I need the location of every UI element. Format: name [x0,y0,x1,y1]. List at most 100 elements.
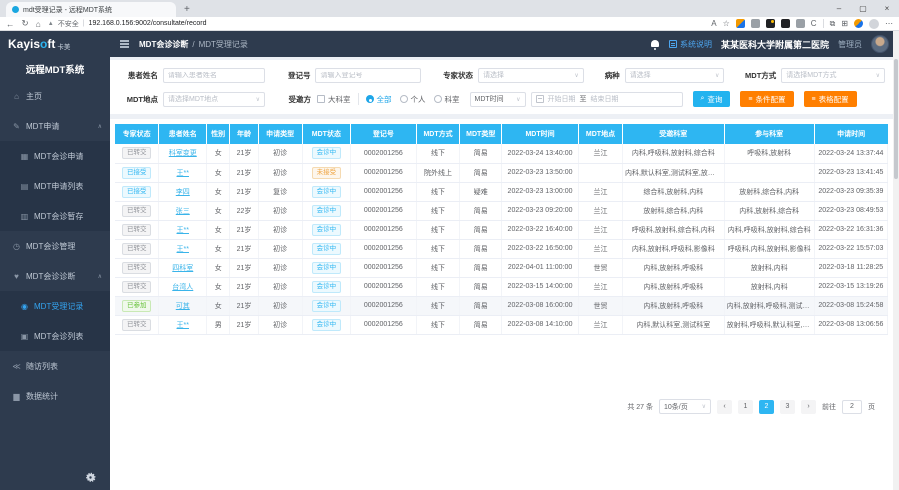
new-tab-button[interactable]: + [184,2,190,17]
big-dept-checkbox[interactable]: 大科室 [317,94,351,105]
table-cell: 内科,默认科室,测试科室 [622,315,724,334]
table-cell: 女 [207,239,230,258]
patient-name-link[interactable]: 张三 [176,208,190,215]
table-cell: 内科,呼吸科,放射科,综合科 [622,144,724,163]
table-config-button[interactable]: ≡ 表格配置 [804,91,857,107]
condition-config-button[interactable]: ≡ 条件配置 [740,91,793,107]
page-size-select[interactable]: 10条/页∨ [659,399,711,414]
sidebar-item-随访列表[interactable]: ≪随访列表 [0,351,110,381]
collections-icon[interactable]: C [811,19,817,28]
page-button-2[interactable]: 2 [759,400,774,414]
table-cell: 世贸 [579,258,623,277]
extension-icon[interactable] [736,19,745,28]
jump-prefix: 前往 [822,402,836,412]
patient-name-link[interactable]: 可其 [176,303,190,310]
favorite-star-icon[interactable]: ☆ [723,19,730,28]
system-title: 远程MDT系统 [0,57,110,81]
prev-page-button[interactable]: ‹ [717,400,732,414]
patient-name-input[interactable] [168,72,260,79]
minimize-button[interactable]: – [827,0,851,17]
expert-status-badge: 已转交 [122,205,152,217]
read-aloud-icon[interactable]: A [711,19,716,28]
user-avatar[interactable] [871,35,889,53]
next-page-button[interactable]: › [801,400,816,414]
extension-icon[interactable] [781,19,790,28]
sidebar-item-MDT会诊诊断[interactable]: ♥MDT会诊诊断∧ [0,261,110,291]
mdt-mode-select[interactable]: 请选择MDT方式∨ [781,68,885,83]
table-cell: 线下 [416,296,460,315]
sidebar-item-MDT受理记录[interactable]: ◉MDT受理记录 [0,291,110,321]
close-button[interactable]: × [875,0,899,17]
radio-all[interactable]: 全部 [366,94,392,105]
date-range-picker[interactable]: 开始日期 至 结束日期 [531,92,683,107]
extensions-puzzle-icon[interactable]: ⊞ [841,19,848,28]
sidebar-item-MDT申请列表[interactable]: ▤MDT申请列表 [0,171,110,201]
patient-name-link[interactable]: 王** [177,322,189,329]
expert-status-select[interactable]: 请选择∨ [478,68,584,83]
patient-name-link[interactable]: 王** [177,227,189,234]
maximize-button[interactable]: ▢ [851,0,875,17]
chevron-down-icon: ∨ [876,72,880,79]
sidebar-menu: ⌂主页✎MDT申请∧▦MDT会诊申请▤MDT申请列表▥MDT会诊暂存◷MDT会诊… [0,81,110,411]
table-cell: 女 [207,277,230,296]
notification-bell-icon[interactable] [650,39,660,50]
sidebar-item-label: 数据统计 [26,391,58,402]
jump-page-input[interactable] [842,400,862,414]
sidebar-item-label: MDT会诊诊断 [26,271,75,282]
time-type-select[interactable]: MDT时间∨ [470,92,526,107]
radio-dept[interactable]: 科室 [434,94,460,105]
scrollbar-thumb[interactable] [894,59,898,179]
chevron-down-icon: ∨ [574,72,578,79]
breadcrumb-section[interactable]: MDT会诊诊断 [139,39,188,50]
sidebar-collapse-icon[interactable] [120,40,129,48]
page-scrollbar[interactable] [893,31,899,490]
extension-icon[interactable] [854,19,863,28]
patient-name-link[interactable]: 四科室 [172,265,193,272]
mdt-location-select[interactable]: 请选择MDT地点∨ [163,92,265,107]
url-box[interactable]: ▲ 不安全 | 192.168.0.156:9002/consultate/re… [48,19,705,29]
url-text: 192.168.0.156:9002/consultate/record [89,20,207,27]
radio-personal[interactable]: 个人 [400,94,426,105]
divider [823,19,824,28]
table-cell: 内科,放射科,呼吸科,测试科室 [724,296,814,315]
patient-name-link[interactable]: 王** [177,170,189,177]
disease-select[interactable]: 请选择∨ [625,68,725,83]
patient-name-link[interactable]: 李四 [176,189,190,196]
split-screen-icon[interactable]: ⧉ [830,19,836,28]
extension-icon[interactable] [766,19,775,28]
table-cell: 呼吸科,内科,放射科,影像科 [724,239,814,258]
browser-window: mdt受理记录 - 远程MDT系统 + – ▢ × ← ↻ ⌂ ▲ 不安全 | … [0,0,899,490]
sidebar-item-MDT会诊暂存[interactable]: ▥MDT会诊暂存 [0,201,110,231]
mdt-status-badge: 会诊中 [312,224,342,236]
system-doc-link[interactable]: 系统说明 [669,39,712,50]
sidebar-item-MDT会诊申请[interactable]: ▦MDT会诊申请 [0,141,110,171]
sidebar-item-MDT会诊管理[interactable]: ◷MDT会诊管理 [0,231,110,261]
page-button-3[interactable]: 3 [780,400,795,414]
patient-name-link[interactable]: 台湾人 [172,284,193,291]
mdt-status-badge: 会诊中 [312,262,342,274]
search-button[interactable]: ⌕ 查询 [693,91,731,107]
divider [358,93,359,105]
patient-name-link[interactable]: 王** [177,246,189,253]
registration-input[interactable] [320,72,416,79]
extension-icon[interactable] [751,19,760,28]
page-button-1[interactable]: 1 [738,400,753,414]
sidebar-item-MDT申请[interactable]: ✎MDT申请∧ [0,111,110,141]
table-cell: 2022-03-24 13:37:44 [814,144,887,163]
extension-icon[interactable] [796,19,805,28]
refresh-icon[interactable]: ↻ [22,18,29,29]
home-icon[interactable]: ⌂ [36,19,41,29]
sidebar-item-主页[interactable]: ⌂主页 [0,81,110,111]
back-icon[interactable]: ← [6,19,15,29]
table-cell: 兰江 [579,220,623,239]
sidebar-item-数据统计[interactable]: ▆数据统计 [0,381,110,411]
settings-gear-icon[interactable] [85,472,96,483]
patient-name-link[interactable]: 科室变更 [169,150,197,157]
browser-profile-avatar[interactable] [869,19,879,29]
table-cell: 已接受 [115,163,159,182]
home-icon: ⌂ [12,92,21,101]
sidebar-item-MDT会诊列表[interactable]: ▣MDT会诊列表 [0,321,110,351]
browser-menu-icon[interactable]: ⋯ [885,19,893,28]
hospital-name: 某某医科大学附属第二医院 [721,38,829,51]
browser-tab[interactable]: mdt受理记录 - 远程MDT系统 [6,2,176,17]
